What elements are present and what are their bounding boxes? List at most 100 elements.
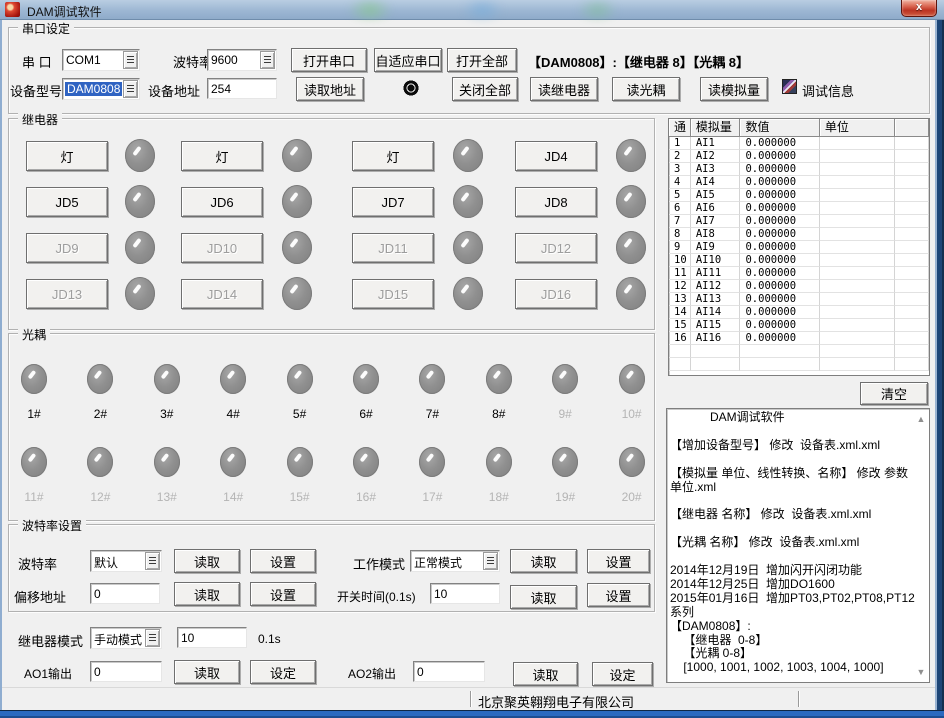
switch-time-read-button[interactable]: 读取 <box>510 585 577 609</box>
opto-led-7 <box>419 364 445 394</box>
table-cell <box>820 189 895 202</box>
ao2-input[interactable] <box>413 661 485 682</box>
opto-label-6: 6# <box>344 407 388 421</box>
relay-button-5[interactable]: JD5 <box>26 187 108 217</box>
table-cell <box>895 163 929 176</box>
offset-read-button[interactable]: 读取 <box>174 582 240 606</box>
opto-label-11: 11# <box>12 490 56 504</box>
table-row[interactable]: 2AI20.000000 <box>669 150 929 163</box>
opto-label-2: 2# <box>78 407 122 421</box>
clear-button[interactable]: 清空 <box>860 382 928 405</box>
table-row[interactable]: 11AI110.000000 <box>669 267 929 280</box>
ao1-input[interactable] <box>90 661 162 682</box>
table-cell: 15 <box>669 319 691 332</box>
device-model-select[interactable]: DAM0808 <box>62 78 140 100</box>
read-analog-button[interactable]: 读模拟量 <box>700 77 768 101</box>
read-relay-button[interactable]: 读继电器 <box>530 77 598 101</box>
ao2-read-button[interactable]: 读取 <box>513 662 578 686</box>
relay-button-14: JD14 <box>181 279 263 309</box>
dropdown-button[interactable] <box>260 51 275 69</box>
table-row[interactable]: 12AI120.000000 <box>669 280 929 293</box>
ao2-set-button[interactable]: 设定 <box>592 662 653 686</box>
ao2-label: AO2输出 <box>348 665 396 682</box>
table-row[interactable]: 6AI60.000000 <box>669 202 929 215</box>
close-all-button[interactable]: 关闭全部 <box>452 77 518 101</box>
relay-time-unit-label: 0.1s <box>258 632 281 646</box>
relay-button-6[interactable]: JD6 <box>181 187 263 217</box>
scroll-down-arrow[interactable]: ▼ <box>916 667 926 677</box>
open-port-button[interactable]: 打开串口 <box>291 48 367 72</box>
relay-button-8[interactable]: JD8 <box>515 187 597 217</box>
com-port-select[interactable]: COM1 <box>62 49 140 71</box>
relay-button-3[interactable]: 灯 <box>352 141 434 171</box>
open-all-button[interactable]: 打开全部 <box>447 48 517 72</box>
relay-button-2[interactable]: 灯 <box>181 141 263 171</box>
switch-time-input[interactable] <box>430 583 500 604</box>
table-row[interactable]: 8AI80.000000 <box>669 228 929 241</box>
baud-set-button[interactable]: 设置 <box>250 549 316 573</box>
table-row[interactable]: 15AI150.000000 <box>669 319 929 332</box>
relay-button-16: JD16 <box>515 279 597 309</box>
table-row[interactable]: 10AI100.000000 <box>669 254 929 267</box>
work-mode-read-button[interactable]: 读取 <box>510 549 577 573</box>
opto-label-3: 3# <box>145 407 189 421</box>
ao1-read-button[interactable]: 读取 <box>174 660 240 684</box>
table-row[interactable]: 13AI130.000000 <box>669 293 929 306</box>
work-mode-set-button[interactable]: 设置 <box>587 549 650 573</box>
table-cell: 16 <box>669 332 691 345</box>
table-cell: AI8 <box>691 228 741 241</box>
app-icon <box>5 2 20 17</box>
debug-info-icon[interactable] <box>782 79 797 94</box>
window-title: DAM调试软件 <box>27 3 102 20</box>
table-row[interactable]: 14AI140.000000 <box>669 306 929 319</box>
baud-select[interactable]: 9600 <box>207 49 277 71</box>
ao1-set-button[interactable]: 设定 <box>250 660 316 684</box>
dropdown-button[interactable] <box>123 80 138 98</box>
table-cell <box>895 306 929 319</box>
serial-group-label: 串口设定 <box>18 20 74 37</box>
dropdown-button[interactable] <box>483 552 498 570</box>
read-opto-button[interactable]: 读光耦 <box>612 77 680 101</box>
dropdown-button[interactable] <box>123 51 138 69</box>
relay-button-7[interactable]: JD7 <box>352 187 434 217</box>
dropdown-button[interactable] <box>145 552 160 570</box>
relay-button-1[interactable]: 灯 <box>26 141 108 171</box>
auto-port-button[interactable]: 自适应串口 <box>374 48 442 72</box>
scroll-up-arrow[interactable]: ▲ <box>916 414 926 424</box>
switch-time-set-button[interactable]: 设置 <box>587 583 650 607</box>
table-cell: AI5 <box>691 189 741 202</box>
work-mode-select[interactable]: 正常模式 <box>410 550 500 572</box>
relay-led-12 <box>616 231 646 264</box>
relay-mode-select[interactable]: 手动模式 <box>90 627 162 649</box>
table-row[interactable]: 16AI160.000000 <box>669 332 929 345</box>
read-addr-button[interactable]: 读取地址 <box>296 77 364 101</box>
table-row[interactable]: 1AI10.000000 <box>669 137 929 150</box>
table-cell: 6 <box>669 202 691 215</box>
table-row <box>669 345 929 358</box>
table-row[interactable]: 5AI50.000000 <box>669 189 929 202</box>
table-cell: AI13 <box>691 293 741 306</box>
baud-read-button[interactable]: 读取 <box>174 549 240 573</box>
offset-addr-input[interactable] <box>90 583 160 604</box>
table-row[interactable]: 7AI70.000000 <box>669 215 929 228</box>
table-cell <box>895 345 929 358</box>
table-row[interactable]: 3AI30.000000 <box>669 163 929 176</box>
table-row[interactable]: 9AI90.000000 <box>669 241 929 254</box>
relay-led-4 <box>616 139 646 172</box>
table-cell: AI15 <box>691 319 741 332</box>
offset-set-button[interactable]: 设置 <box>250 582 316 606</box>
relay-button-4[interactable]: JD4 <box>515 141 597 171</box>
table-cell: 2 <box>669 150 691 163</box>
table-cell <box>669 358 691 371</box>
table-row[interactable]: 4AI40.000000 <box>669 176 929 189</box>
baud-setting-select[interactable]: 默认 <box>90 550 162 572</box>
opto-led-9 <box>552 364 578 394</box>
dropdown-button[interactable] <box>145 629 160 647</box>
device-addr-input[interactable] <box>207 78 277 99</box>
relay-button-10: JD10 <box>181 233 263 263</box>
table-cell <box>895 202 929 215</box>
opto-led-20 <box>619 447 645 477</box>
table-cell: AI3 <box>691 163 741 176</box>
relay-time-input[interactable] <box>177 627 247 648</box>
close-button[interactable]: x <box>901 0 937 17</box>
